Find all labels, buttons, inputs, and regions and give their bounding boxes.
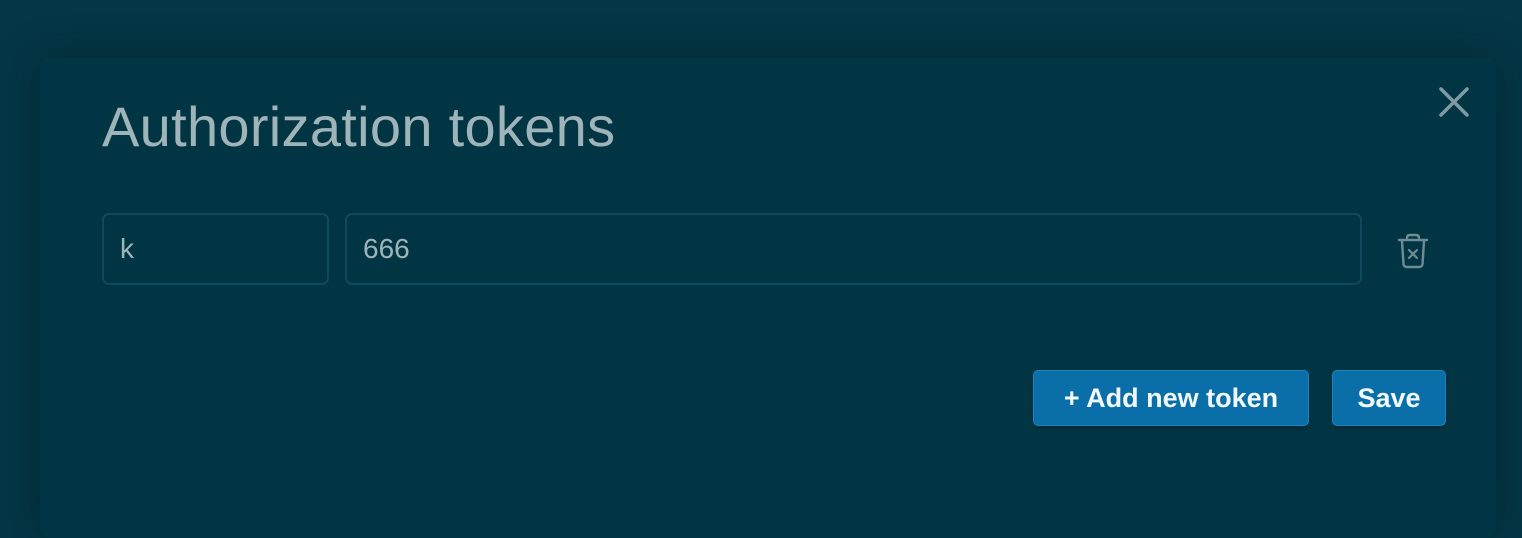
delete-token-button[interactable] — [1396, 233, 1430, 269]
token-key-input[interactable] — [102, 213, 329, 285]
authorization-tokens-dialog: Authorization tokens + Add new token Sav… — [40, 58, 1496, 538]
token-row — [102, 213, 1442, 289]
dialog-title: Authorization tokens — [102, 95, 616, 158]
close-button[interactable] — [1434, 82, 1474, 122]
add-new-token-button[interactable]: + Add new token — [1033, 370, 1309, 426]
trash-icon — [1397, 233, 1429, 269]
close-icon — [1439, 87, 1469, 117]
save-button[interactable]: Save — [1332, 370, 1446, 426]
token-value-input[interactable] — [345, 213, 1362, 285]
